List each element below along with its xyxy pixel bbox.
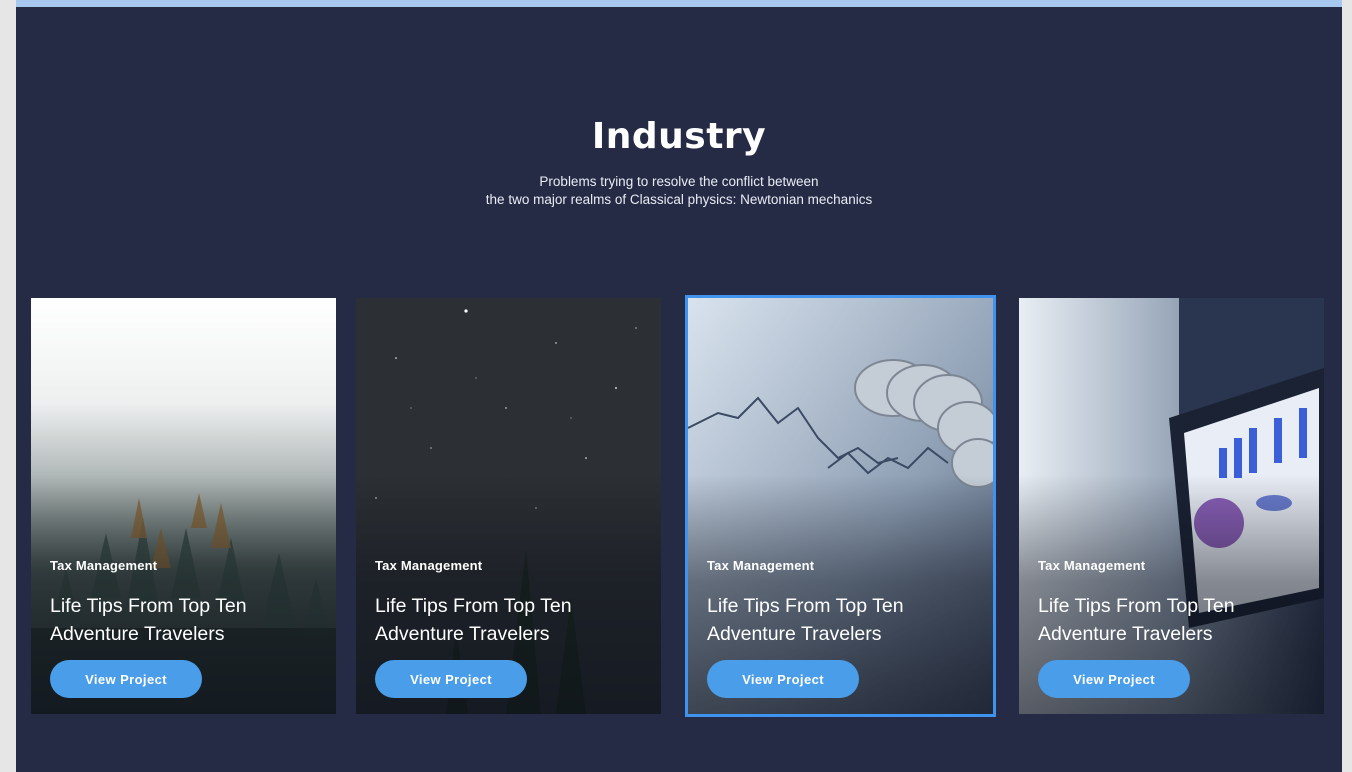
card-title: Life Tips From Top Ten Adventure Travele…	[50, 595, 247, 645]
section-title: Industry	[591, 116, 767, 157]
subtitle-line-2: the two major realms of Classical physic…	[485, 192, 873, 207]
project-card[interactable]: Tax Management Life Tips From Top Ten Ad…	[31, 298, 336, 714]
view-project-button[interactable]: View Project	[50, 660, 202, 698]
view-project-button[interactable]: View Project	[707, 660, 859, 698]
card-title: Life Tips From Top Ten Adventure Travele…	[707, 595, 904, 645]
view-project-button[interactable]: View Project	[1038, 660, 1190, 698]
card-category: Tax Management	[1038, 558, 1146, 573]
card-category: Tax Management	[50, 558, 158, 573]
card-category: Tax Management	[707, 558, 815, 573]
section-subtitle: Problems trying to resolve the conflict …	[16, 173, 1342, 209]
project-card[interactable]: Tax Management Life Tips From Top Ten Ad…	[356, 298, 661, 714]
project-card[interactable]: Tax Management Life Tips From Top Ten Ad…	[1019, 298, 1324, 714]
industry-section: Industry Problems trying to resolve the …	[16, 0, 1342, 772]
card-category: Tax Management	[375, 558, 483, 573]
subtitle-line-1: Problems trying to resolve the conflict …	[539, 174, 819, 189]
top-bar	[16, 0, 1342, 7]
card-title: Life Tips From Top Ten Adventure Travele…	[1038, 595, 1235, 645]
card-title: Life Tips From Top Ten Adventure Travele…	[375, 595, 572, 645]
project-card-selected[interactable]: Tax Management Life Tips From Top Ten Ad…	[685, 295, 996, 717]
view-project-button[interactable]: View Project	[375, 660, 527, 698]
